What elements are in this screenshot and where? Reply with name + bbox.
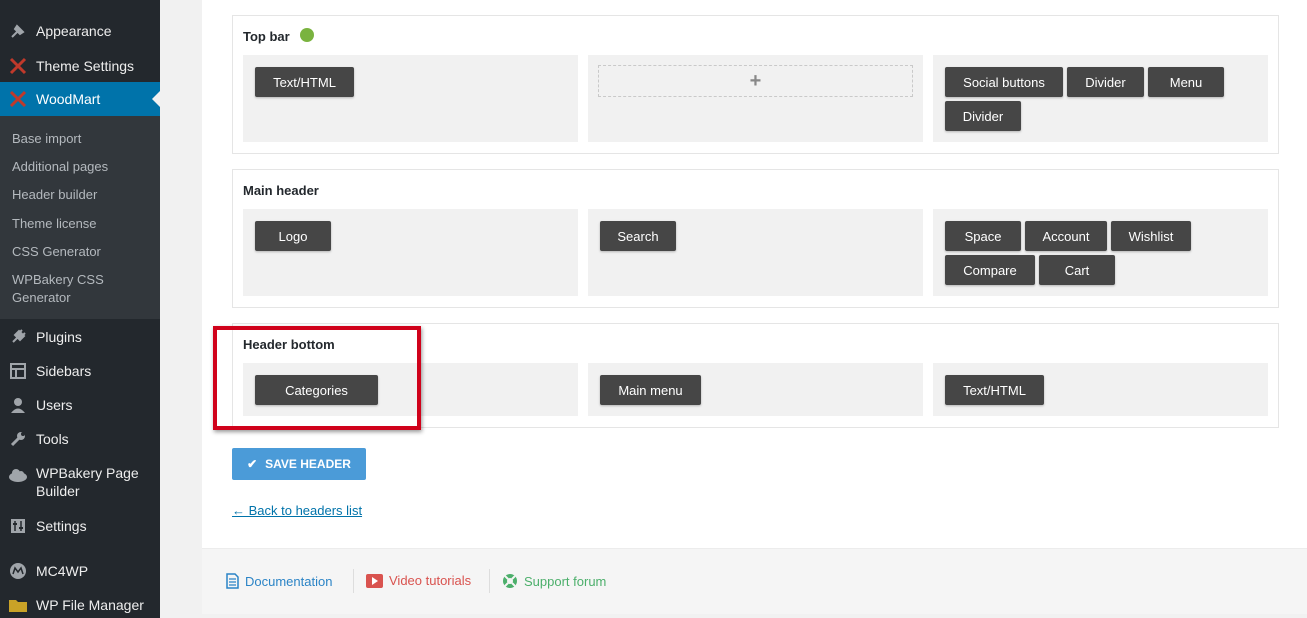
element-divider[interactable]: Divider <box>1067 67 1144 97</box>
sidebars-icon <box>8 361 28 381</box>
menu-item-plugins[interactable]: Plugins <box>0 326 160 348</box>
row-top-bar: Top bar Text/HTML + Social buttons Divid… <box>232 15 1279 154</box>
save-header-label: SAVE HEADER <box>265 457 351 471</box>
menu-label: Appearance <box>36 23 112 39</box>
element-text-html[interactable]: Text/HTML <box>255 67 354 97</box>
menu-label: Tools <box>36 431 69 447</box>
menu-label: Plugins <box>36 329 82 345</box>
element-divider[interactable]: Divider <box>945 101 1021 131</box>
menu-item-wpbakery[interactable]: WPBakery Page Builder <box>0 464 160 500</box>
element-text-html[interactable]: Text/HTML <box>945 375 1044 405</box>
menu-item-wp-file-manager[interactable]: WP File Manager <box>0 594 160 616</box>
row-title-header-bottom: Header bottom <box>243 337 335 352</box>
element-search[interactable]: Search <box>600 221 676 251</box>
submenu-item-wpbakery-css-generator[interactable]: WPBakery CSS Generator <box>12 271 112 307</box>
header-bottom-center-column: Main menu <box>588 363 923 416</box>
folder-icon <box>8 595 28 615</box>
menu-item-appearance[interactable]: Appearance <box>0 20 160 42</box>
row-title-main-header: Main header <box>243 183 319 198</box>
menu-item-settings[interactable]: Settings <box>0 515 160 537</box>
menu-label: MC4WP <box>36 563 89 579</box>
element-wishlist[interactable]: Wishlist <box>1111 221 1191 251</box>
support-forum-link[interactable]: Support forum <box>502 573 606 589</box>
footer-divider <box>353 569 354 593</box>
top-bar-right-column: Social buttons Divider Menu Divider <box>933 55 1268 142</box>
element-categories[interactable]: Categories <box>255 375 378 405</box>
top-bar-left-column: Text/HTML <box>243 55 578 142</box>
row-main-header: Main header Logo Search Space Account Wi… <box>232 169 1279 308</box>
document-icon <box>226 573 239 589</box>
main-header-right-column: Space Account Wishlist Compare Cart <box>933 209 1268 296</box>
menu-label: Theme Settings <box>36 58 135 74</box>
submenu-item-additional-pages[interactable]: Additional pages <box>12 158 152 176</box>
element-menu[interactable]: Menu <box>1148 67 1224 97</box>
documentation-label: Documentation <box>245 573 333 589</box>
wrench-icon <box>8 429 28 449</box>
element-social-buttons[interactable]: Social buttons <box>945 67 1063 97</box>
plus-icon: + <box>749 69 762 92</box>
row-title-top-bar: Top bar <box>243 29 290 44</box>
menu-label: WPBakery Page Builder <box>36 465 139 499</box>
menu-label: Sidebars <box>36 363 92 379</box>
menu-label: Users <box>36 397 73 413</box>
admin-sidebar: Appearance Theme Settings WoodMart Base … <box>0 0 160 618</box>
sliders-icon <box>8 516 28 536</box>
element-account[interactable]: Account <box>1025 221 1107 251</box>
main-header-left-column: Logo <box>243 209 578 296</box>
menu-label: Settings <box>36 518 87 534</box>
menu-label: WoodMart <box>36 91 101 107</box>
documentation-link[interactable]: Documentation <box>226 573 332 589</box>
menu-item-theme-settings[interactable]: Theme Settings <box>0 55 160 77</box>
plug-icon <box>8 327 28 347</box>
element-main-menu[interactable]: Main menu <box>600 375 701 405</box>
mc4wp-icon <box>8 561 28 581</box>
menu-item-sidebars[interactable]: Sidebars <box>0 360 160 382</box>
header-bottom-left-column: Categories <box>243 363 578 416</box>
menu-label: WP File Manager <box>36 597 144 613</box>
menu-item-mc4wp[interactable]: MC4WP <box>0 560 160 582</box>
add-element-slot[interactable]: + <box>598 65 913 97</box>
submenu-item-base-import[interactable]: Base import <box>12 130 152 148</box>
element-cart[interactable]: Cart <box>1039 255 1115 285</box>
submenu-item-header-builder[interactable]: Header builder <box>12 186 152 204</box>
element-compare[interactable]: Compare <box>945 255 1035 285</box>
back-to-headers-link[interactable]: ← Back to headers list <box>232 503 362 518</box>
cloud-icon <box>8 465 28 485</box>
woodmart-x-icon <box>8 56 28 76</box>
submenu-item-css-generator[interactable]: CSS Generator <box>12 243 152 261</box>
row-status-indicator[interactable] <box>300 28 314 42</box>
user-icon <box>8 395 28 415</box>
brush-icon <box>8 21 28 41</box>
top-bar-center-column: + <box>588 55 923 142</box>
element-space[interactable]: Space <box>945 221 1021 251</box>
header-bottom-right-column: Text/HTML <box>933 363 1268 416</box>
video-tutorials-link[interactable]: Video tutorials <box>366 573 471 588</box>
lifebuoy-icon <box>502 573 518 589</box>
row-header-bottom: Header bottom Categories Main menu Text/… <box>232 323 1279 428</box>
woodmart-x-icon <box>8 89 28 109</box>
video-tutorials-label: Video tutorials <box>389 573 472 588</box>
content-area: Top bar Text/HTML + Social buttons Divid… <box>160 0 1307 618</box>
footer-divider <box>489 569 490 593</box>
woodmart-submenu: Base import Additional pages Header buil… <box>0 116 160 319</box>
element-logo[interactable]: Logo <box>255 221 331 251</box>
main-header-center-column: Search <box>588 209 923 296</box>
menu-item-users[interactable]: Users <box>0 394 160 416</box>
submenu-item-theme-license[interactable]: Theme license <box>12 215 152 233</box>
menu-item-woodmart[interactable]: WoodMart <box>0 82 160 116</box>
save-header-button[interactable]: ✔ SAVE HEADER <box>232 448 366 480</box>
checkmark-icon: ✔ <box>247 457 258 471</box>
youtube-icon <box>366 573 383 588</box>
support-forum-label: Support forum <box>524 573 607 589</box>
header-builder-panel: Top bar Text/HTML + Social buttons Divid… <box>202 0 1307 548</box>
builder-footer: Documentation Video tutorials Support fo… <box>202 548 1307 614</box>
menu-item-tools[interactable]: Tools <box>0 428 160 450</box>
